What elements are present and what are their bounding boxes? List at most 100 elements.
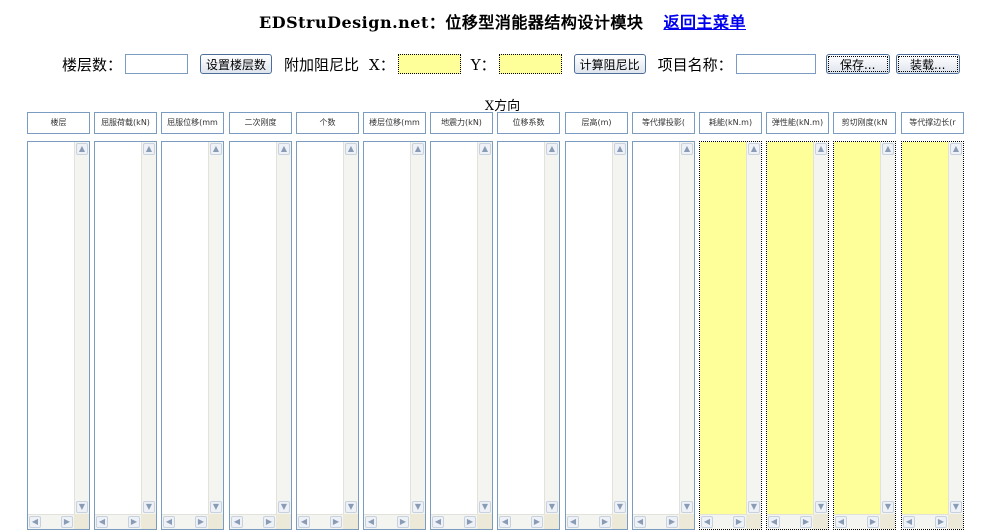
column-textarea[interactable]: ▲ ▼ ◀ ▶: [901, 141, 964, 530]
textarea-content[interactable]: [297, 142, 343, 514]
horizontal-scrollbar[interactable]: ◀ ▶: [95, 514, 141, 529]
scroll-right-icon[interactable]: ▶: [935, 516, 947, 528]
vertical-scrollbar[interactable]: ▲ ▼: [612, 142, 627, 514]
project-name-input[interactable]: [735, 54, 816, 74]
textarea-content[interactable]: [767, 142, 813, 514]
scroll-up-icon[interactable]: ▲: [345, 143, 357, 155]
horizontal-scrollbar[interactable]: ◀ ▶: [902, 514, 948, 529]
column-textarea[interactable]: ▲ ▼ ◀ ▶: [565, 141, 628, 530]
save-button[interactable]: 保存...: [825, 54, 890, 74]
textarea-content[interactable]: [902, 142, 948, 514]
horizontal-scrollbar[interactable]: ◀ ▶: [230, 514, 276, 529]
column-textarea[interactable]: ▲ ▼ ◀ ▶: [229, 141, 292, 530]
back-to-menu-link[interactable]: 返回主菜单: [663, 13, 746, 32]
scroll-left-icon[interactable]: ◀: [701, 516, 713, 528]
textarea-content[interactable]: [633, 142, 679, 514]
set-floors-button[interactable]: 设置楼层数: [200, 54, 273, 74]
scroll-right-icon[interactable]: ▶: [666, 516, 678, 528]
scroll-left-icon[interactable]: ◀: [768, 516, 780, 528]
horizontal-scrollbar[interactable]: ◀ ▶: [498, 514, 544, 529]
calc-damping-button[interactable]: 计算阻尼比: [573, 54, 646, 74]
scroll-down-icon[interactable]: ▼: [950, 501, 962, 513]
textarea-content[interactable]: [700, 142, 746, 514]
vertical-scrollbar[interactable]: ▲ ▼: [679, 142, 694, 514]
scroll-up-icon[interactable]: ▲: [681, 143, 693, 155]
horizontal-scrollbar[interactable]: ◀ ▶: [633, 514, 679, 529]
scroll-up-icon[interactable]: ▲: [278, 143, 290, 155]
scroll-down-icon[interactable]: ▼: [76, 501, 88, 513]
column-textarea[interactable]: ▲ ▼ ◀ ▶: [833, 141, 896, 530]
scroll-right-icon[interactable]: ▶: [397, 516, 409, 528]
vertical-scrollbar[interactable]: ▲ ▼: [880, 142, 895, 514]
scroll-up-icon[interactable]: ▲: [76, 143, 88, 155]
scroll-left-icon[interactable]: ◀: [432, 516, 444, 528]
vertical-scrollbar[interactable]: ▲ ▼: [544, 142, 559, 514]
scroll-left-icon[interactable]: ◀: [96, 516, 108, 528]
scroll-up-icon[interactable]: ▲: [143, 143, 155, 155]
scroll-left-icon[interactable]: ◀: [29, 516, 41, 528]
scroll-down-icon[interactable]: ▼: [614, 501, 626, 513]
textarea-content[interactable]: [230, 142, 276, 514]
vertical-scrollbar[interactable]: ▲ ▼: [74, 142, 89, 514]
textarea-content[interactable]: [95, 142, 141, 514]
vertical-scrollbar[interactable]: ▲ ▼: [410, 142, 425, 514]
scroll-down-icon[interactable]: ▼: [479, 501, 491, 513]
scroll-right-icon[interactable]: ▶: [263, 516, 275, 528]
scroll-left-icon[interactable]: ◀: [835, 516, 847, 528]
scroll-down-icon[interactable]: ▼: [278, 501, 290, 513]
horizontal-scrollbar[interactable]: ◀ ▶: [28, 514, 74, 529]
vertical-scrollbar[interactable]: ▲ ▼: [477, 142, 492, 514]
column-textarea[interactable]: ▲ ▼ ◀ ▶: [766, 141, 829, 530]
scroll-right-icon[interactable]: ▶: [330, 516, 342, 528]
scroll-left-icon[interactable]: ◀: [499, 516, 511, 528]
scroll-down-icon[interactable]: ▼: [815, 501, 827, 513]
horizontal-scrollbar[interactable]: ◀ ▶: [162, 514, 208, 529]
scroll-up-icon[interactable]: ▲: [210, 143, 222, 155]
vertical-scrollbar[interactable]: ▲ ▼: [208, 142, 223, 514]
horizontal-scrollbar[interactable]: ◀ ▶: [834, 514, 880, 529]
scroll-right-icon[interactable]: ▶: [128, 516, 140, 528]
scroll-down-icon[interactable]: ▼: [143, 501, 155, 513]
column-textarea[interactable]: ▲ ▼ ◀ ▶: [296, 141, 359, 530]
x-damping-input[interactable]: [397, 54, 461, 74]
scroll-down-icon[interactable]: ▼: [412, 501, 424, 513]
scroll-right-icon[interactable]: ▶: [599, 516, 611, 528]
scroll-right-icon[interactable]: ▶: [733, 516, 745, 528]
scroll-left-icon[interactable]: ◀: [231, 516, 243, 528]
scroll-down-icon[interactable]: ▼: [882, 501, 894, 513]
textarea-content[interactable]: [834, 142, 880, 514]
horizontal-scrollbar[interactable]: ◀ ▶: [431, 514, 477, 529]
vertical-scrollbar[interactable]: ▲ ▼: [948, 142, 963, 514]
column-textarea[interactable]: ▲ ▼ ◀ ▶: [497, 141, 560, 530]
scroll-down-icon[interactable]: ▼: [546, 501, 558, 513]
column-textarea[interactable]: ▲ ▼ ◀ ▶: [430, 141, 493, 530]
horizontal-scrollbar[interactable]: ◀ ▶: [700, 514, 746, 529]
y-damping-input[interactable]: [498, 54, 562, 74]
scroll-left-icon[interactable]: ◀: [298, 516, 310, 528]
floors-input[interactable]: [125, 54, 189, 74]
scroll-right-icon[interactable]: ▶: [800, 516, 812, 528]
vertical-scrollbar[interactable]: ▲ ▼: [343, 142, 358, 514]
scroll-right-icon[interactable]: ▶: [464, 516, 476, 528]
horizontal-scrollbar[interactable]: ◀ ▶: [364, 514, 410, 529]
column-textarea[interactable]: ▲ ▼ ◀ ▶: [363, 141, 426, 530]
scroll-up-icon[interactable]: ▲: [950, 143, 962, 155]
textarea-content[interactable]: [498, 142, 544, 514]
vertical-scrollbar[interactable]: ▲ ▼: [746, 142, 761, 514]
scroll-up-icon[interactable]: ▲: [882, 143, 894, 155]
scroll-down-icon[interactable]: ▼: [681, 501, 693, 513]
scroll-down-icon[interactable]: ▼: [748, 501, 760, 513]
scroll-left-icon[interactable]: ◀: [567, 516, 579, 528]
scroll-down-icon[interactable]: ▼: [345, 501, 357, 513]
vertical-scrollbar[interactable]: ▲ ▼: [141, 142, 156, 514]
scroll-up-icon[interactable]: ▲: [614, 143, 626, 155]
scroll-right-icon[interactable]: ▶: [195, 516, 207, 528]
textarea-content[interactable]: [364, 142, 410, 514]
horizontal-scrollbar[interactable]: ◀ ▶: [566, 514, 612, 529]
scroll-left-icon[interactable]: ◀: [163, 516, 175, 528]
column-textarea[interactable]: ▲ ▼ ◀ ▶: [161, 141, 224, 530]
scroll-right-icon[interactable]: ▶: [531, 516, 543, 528]
scroll-down-icon[interactable]: ▼: [210, 501, 222, 513]
scroll-left-icon[interactable]: ◀: [365, 516, 377, 528]
scroll-left-icon[interactable]: ◀: [634, 516, 646, 528]
